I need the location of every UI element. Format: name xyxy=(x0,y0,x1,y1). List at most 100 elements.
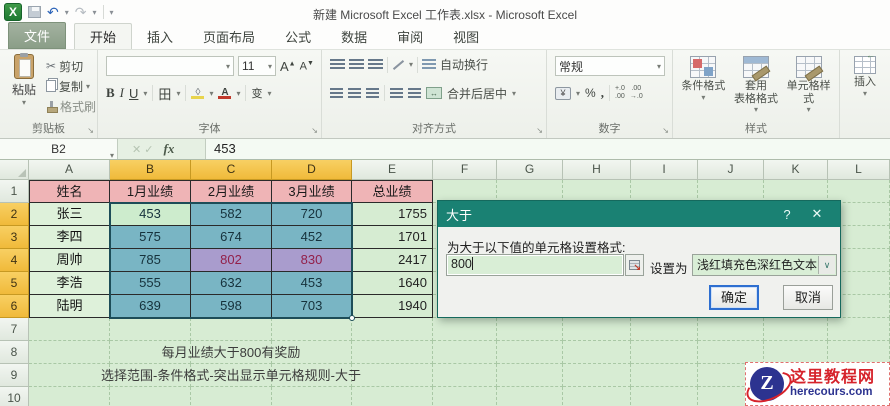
cell-F7[interactable] xyxy=(433,318,497,341)
underline-dropdown-icon[interactable]: ▾ xyxy=(143,89,147,98)
italic-button[interactable]: I xyxy=(120,85,124,101)
cell-C2[interactable]: 582 xyxy=(191,203,272,226)
cell-I7[interactable] xyxy=(631,318,698,341)
comma-style-button[interactable]: , xyxy=(601,85,604,101)
cell-H8[interactable] xyxy=(563,341,631,364)
decrease-font-button[interactable]: A▼ xyxy=(300,60,314,73)
cell-E8[interactable] xyxy=(352,341,433,364)
cell-A3[interactable]: 李四 xyxy=(29,226,110,249)
cell-E6[interactable]: 1940 xyxy=(352,295,433,318)
cell-B5[interactable]: 555 xyxy=(110,272,191,295)
merge-dropdown-icon[interactable]: ▾ xyxy=(512,89,516,98)
align-middle-icon[interactable] xyxy=(349,59,364,70)
orientation-icon[interactable] xyxy=(392,59,405,70)
cell-F8[interactable] xyxy=(433,341,497,364)
decrease-indent-icon[interactable] xyxy=(390,87,403,99)
cell-D3[interactable]: 452 xyxy=(272,226,352,249)
insert-cells-button[interactable]: 插入 ▾ xyxy=(840,50,890,98)
increase-decimal-button[interactable]: +.0.00 xyxy=(615,85,625,100)
row-header-5[interactable]: 5 xyxy=(0,272,29,295)
cell-G7[interactable] xyxy=(497,318,563,341)
cell-C7[interactable] xyxy=(191,318,272,341)
cell-B6[interactable]: 639 xyxy=(110,295,191,318)
cell-A5[interactable]: 李浩 xyxy=(29,272,110,295)
cell-A4[interactable]: 周帅 xyxy=(29,249,110,272)
row-header-4[interactable]: 4 xyxy=(0,249,29,272)
column-header-L[interactable]: L xyxy=(828,160,890,180)
tab-insert[interactable]: 插入 xyxy=(132,24,188,49)
column-header-A[interactable]: A xyxy=(29,160,110,180)
column-header-B[interactable]: B xyxy=(110,160,191,180)
range-selector-button[interactable] xyxy=(625,254,644,276)
borders-dropdown-icon[interactable]: ▾ xyxy=(176,89,180,98)
cell-B10[interactable] xyxy=(110,387,191,406)
cell-G10[interactable] xyxy=(497,387,563,406)
cut-button[interactable]: ✂ 剪切 xyxy=(46,56,96,76)
cell-E10[interactable] xyxy=(352,387,433,406)
tab-home[interactable]: 开始 xyxy=(74,23,133,49)
align-center-icon[interactable] xyxy=(348,87,361,99)
cell-B7[interactable] xyxy=(110,318,191,341)
align-bottom-icon[interactable] xyxy=(368,59,383,70)
cell-C6[interactable]: 598 xyxy=(191,295,272,318)
cell-K7[interactable] xyxy=(764,318,828,341)
cell-E4[interactable]: 2417 xyxy=(352,249,433,272)
borders-button[interactable]: 田 xyxy=(158,84,171,103)
formula-input[interactable]: 453 xyxy=(206,139,890,159)
row-header-3[interactable]: 3 xyxy=(0,226,29,249)
phonetic-guide-button[interactable]: 变 xyxy=(251,85,262,101)
insert-function-icon[interactable]: fx xyxy=(164,141,175,157)
number-dialog-launcher[interactable]: ↘ xyxy=(662,126,669,135)
cell-B2[interactable]: 453 xyxy=(110,203,191,226)
format-as-table-button[interactable]: 套用 表格格式 ▾ xyxy=(730,52,783,114)
column-header-H[interactable]: H xyxy=(563,160,631,180)
ok-button[interactable]: 确定 xyxy=(709,285,759,310)
align-left-icon[interactable] xyxy=(330,87,343,99)
cell-H7[interactable] xyxy=(563,318,631,341)
cell-D7[interactable] xyxy=(272,318,352,341)
cell-A7[interactable] xyxy=(29,318,110,341)
tab-page-layout[interactable]: 页面布局 xyxy=(188,24,270,49)
bold-button[interactable]: B xyxy=(106,85,115,101)
increase-indent-icon[interactable] xyxy=(408,87,421,99)
selection-fill-handle[interactable] xyxy=(349,315,355,321)
align-right-icon[interactable] xyxy=(366,87,379,99)
threshold-input[interactable]: 800 xyxy=(446,254,624,276)
cell-B3[interactable]: 575 xyxy=(110,226,191,249)
row-header-2[interactable]: 2 xyxy=(0,203,29,226)
cell-C10[interactable] xyxy=(191,387,272,406)
accounting-format-button[interactable]: ¥ xyxy=(555,86,571,100)
merge-center-button[interactable]: 合并后居中 xyxy=(447,85,507,102)
dialog-title-bar[interactable]: 大于 ? ✕ xyxy=(438,201,840,227)
cell-D5[interactable]: 453 xyxy=(272,272,352,295)
cell-A6[interactable]: 陆明 xyxy=(29,295,110,318)
cell-E2[interactable]: 1755 xyxy=(352,203,433,226)
cell-I8[interactable] xyxy=(631,341,698,364)
decrease-decimal-button[interactable]: .00 →.0 xyxy=(630,85,643,100)
cell-I9[interactable] xyxy=(631,364,698,387)
fill-color-button[interactable]: ◊ xyxy=(191,87,205,99)
accounting-dropdown-icon[interactable]: ▾ xyxy=(576,89,580,98)
name-box[interactable]: B2 ▾ xyxy=(0,139,118,160)
column-header-I[interactable]: I xyxy=(631,160,698,180)
cell-F9[interactable] xyxy=(433,364,497,387)
phonetic-dropdown-icon[interactable]: ▾ xyxy=(267,89,271,98)
tab-view[interactable]: 视图 xyxy=(438,24,494,49)
cell-F10[interactable] xyxy=(433,387,497,406)
row-header-1[interactable]: 1 xyxy=(0,180,29,203)
copy-button[interactable]: 复制 ▾ xyxy=(46,76,96,96)
row-header-10[interactable]: 10 xyxy=(0,387,29,406)
row-header-9[interactable]: 9 xyxy=(0,364,29,387)
column-header-C[interactable]: C xyxy=(191,160,272,180)
cell-D1[interactable]: 3月业绩 xyxy=(272,180,352,203)
cell-styles-button[interactable]: 单元格样式 ▾ xyxy=(782,52,835,114)
cell-D10[interactable] xyxy=(272,387,352,406)
column-header-E[interactable]: E xyxy=(352,160,433,180)
tab-data[interactable]: 数据 xyxy=(326,24,382,49)
tab-review[interactable]: 审阅 xyxy=(382,24,438,49)
underline-button[interactable]: U xyxy=(129,86,138,101)
font-size-select[interactable]: 11 ▾ xyxy=(238,56,276,76)
cell-E5[interactable]: 1640 xyxy=(352,272,433,295)
align-top-icon[interactable] xyxy=(330,59,345,70)
help-icon[interactable]: ? xyxy=(772,207,802,222)
